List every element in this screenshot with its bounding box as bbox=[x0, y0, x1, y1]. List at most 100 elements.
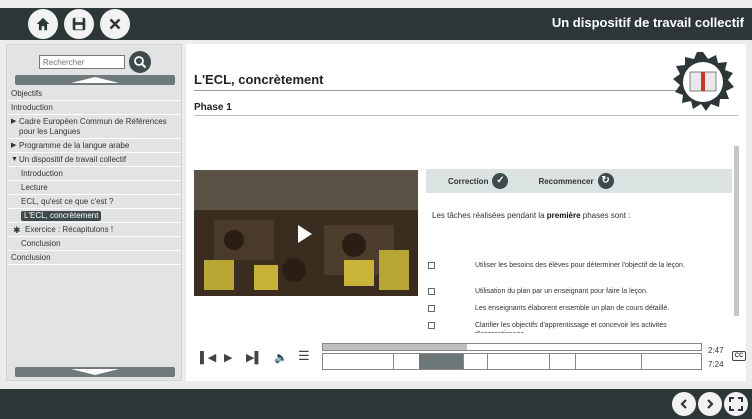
quiz-option: Clarifier les objectifs d'apprentissage … bbox=[428, 321, 718, 333]
title-divider bbox=[194, 90, 694, 91]
skip-back-icon[interactable]: ▌◀ bbox=[200, 351, 216, 364]
restart-button[interactable]: Recommencer ↻ bbox=[538, 173, 614, 189]
option-label: Utiliser les besoins des élèves pour dét… bbox=[475, 262, 685, 269]
option-checkbox[interactable] bbox=[428, 262, 435, 269]
menu-item-label: ECL, qu'est ce que c'est ? bbox=[21, 197, 114, 206]
option-label: Clarifier les objectifs d'apprentissage … bbox=[475, 322, 667, 333]
current-time: 2:47 bbox=[708, 346, 724, 355]
module-title: Un dispositif de travail collectif bbox=[551, 15, 744, 30]
option-checkbox[interactable] bbox=[428, 305, 435, 312]
menu-item-label: Exercice : Récapitulons ! bbox=[25, 225, 114, 234]
search-icon bbox=[134, 56, 147, 69]
total-time: 7:24 bbox=[708, 360, 724, 369]
chapter-marker[interactable] bbox=[575, 354, 576, 369]
previous-page-button[interactable] bbox=[672, 392, 696, 416]
menu-item-label: Objectifs bbox=[11, 89, 43, 98]
chapter-marker[interactable] bbox=[549, 354, 550, 369]
menu-subitem-ecl[interactable]: ECL, qu'est ce que c'est ? bbox=[7, 195, 181, 209]
menu-item-introduction[interactable]: Introduction bbox=[7, 101, 181, 115]
caret-down-icon: ▼ bbox=[11, 156, 18, 163]
next-page-button[interactable] bbox=[698, 392, 722, 416]
content-panel: L'ECL, concrètement Phase 1 Correction ✓… bbox=[186, 44, 746, 381]
option-checkbox[interactable] bbox=[428, 322, 435, 329]
page-title: L'ECL, concrètement bbox=[194, 72, 324, 87]
check-icon: ✓ bbox=[492, 173, 509, 189]
video-player[interactable] bbox=[194, 170, 418, 296]
correction-button[interactable]: Correction ✓ bbox=[448, 173, 509, 189]
option-label: Utilisation du plan par un enseignant po… bbox=[475, 288, 648, 295]
quiz-icon: ✱ bbox=[13, 225, 21, 235]
menu-item-conclusion[interactable]: Conclusion bbox=[7, 251, 181, 265]
menu-scroll-down[interactable] bbox=[15, 367, 175, 377]
chevron-left-icon bbox=[680, 399, 687, 409]
search-input[interactable] bbox=[39, 55, 125, 69]
prompt-text: Les tâches réalisées pendant la bbox=[432, 211, 547, 220]
menu-item-label: Introduction bbox=[11, 103, 53, 112]
phase-divider bbox=[194, 115, 738, 116]
video-timeline[interactable] bbox=[322, 343, 702, 371]
quiz-panel: Correction ✓ Recommencer ↻ Les tâches ré… bbox=[426, 169, 738, 333]
refresh-icon: ↻ bbox=[597, 173, 614, 189]
menu-item-objectifs[interactable]: Objectifs bbox=[7, 87, 181, 101]
course-menu: Objectifs Introduction ▶ Cadre Européen … bbox=[7, 87, 181, 265]
menu-scroll-up[interactable] bbox=[15, 75, 175, 85]
chapter-marker[interactable] bbox=[487, 354, 488, 369]
quiz-scrollbar[interactable] bbox=[732, 138, 740, 333]
chapter-marker[interactable] bbox=[463, 354, 464, 369]
volume-icon[interactable]: 🔈 bbox=[274, 351, 288, 364]
closed-captions-button[interactable]: CC bbox=[732, 351, 746, 361]
tools-icon[interactable] bbox=[100, 9, 130, 39]
menu-item-cecrl[interactable]: ▶ Cadre Européen Commun de Références po… bbox=[7, 115, 181, 139]
caret-right-icon: ▶ bbox=[11, 142, 17, 149]
play-overlay-icon bbox=[298, 225, 312, 243]
menu-subitem-lecture[interactable]: Lecture bbox=[7, 181, 181, 195]
menu-item-dispositif[interactable]: ▼ Un dispositif de travail collectif bbox=[7, 153, 181, 167]
restart-label: Recommencer bbox=[538, 176, 594, 186]
menu-item-label: L'ECL, concrètement bbox=[21, 211, 102, 221]
menu-item-label: Un dispositif de travail collectif bbox=[19, 155, 127, 164]
caret-right-icon: ▶ bbox=[11, 118, 17, 125]
quiz-prompt: Les tâches réalisées pendant la première… bbox=[432, 211, 630, 220]
fullscreen-icon bbox=[729, 397, 743, 411]
progress-fill bbox=[323, 344, 467, 350]
menu-subitem-introduction[interactable]: Introduction bbox=[7, 167, 181, 181]
chevron-right-icon bbox=[707, 399, 714, 409]
chevron-up-icon bbox=[71, 77, 119, 83]
menu-subitem-conclusion[interactable]: Conclusion bbox=[7, 237, 181, 251]
home-icon[interactable] bbox=[28, 9, 58, 39]
menu-item-label: Lecture bbox=[21, 183, 48, 192]
menu-item-label: Programme de la langue arabe bbox=[19, 141, 130, 150]
search-button[interactable] bbox=[129, 51, 151, 73]
skip-forward-icon[interactable]: ▶▌ bbox=[246, 351, 262, 364]
quiz-option: Utilisation du plan par un enseignant po… bbox=[428, 287, 718, 296]
sidebar: Objectifs Introduction ▶ Cadre Européen … bbox=[6, 44, 182, 381]
menu-item-label: Conclusion bbox=[21, 239, 61, 248]
menu-subitem-exercice[interactable]: ✱ Exercice : Récapitulons ! bbox=[7, 223, 181, 237]
scrollbar-thumb[interactable] bbox=[734, 146, 739, 316]
chapter-marker[interactable] bbox=[641, 354, 642, 369]
menu-item-label: Introduction bbox=[21, 169, 63, 178]
option-checkbox[interactable] bbox=[428, 288, 435, 295]
menu-subitem-ecl-concretement[interactable]: L'ECL, concrètement bbox=[7, 209, 181, 223]
chapters-menu-icon[interactable]: ☰ bbox=[298, 348, 310, 364]
quiz-toolbar: Correction ✓ Recommencer ↻ bbox=[426, 169, 732, 193]
chapter-marker-active[interactable] bbox=[419, 354, 463, 369]
correction-label: Correction bbox=[448, 176, 489, 186]
chapter-marker[interactable] bbox=[393, 354, 394, 369]
quiz-option: Utiliser les besoins des élèves pour dét… bbox=[428, 261, 718, 270]
progress-track[interactable] bbox=[322, 343, 702, 351]
app-window: Un dispositif de travail collectif Objec… bbox=[0, 0, 752, 419]
phase-title: Phase 1 bbox=[194, 102, 232, 113]
fullscreen-button[interactable] bbox=[724, 392, 748, 416]
chapter-track[interactable] bbox=[322, 353, 702, 370]
play-icon[interactable]: ▶ bbox=[224, 351, 232, 364]
menu-item-label: Cadre Européen Commun de Références pour… bbox=[19, 117, 167, 136]
menu-item-programme[interactable]: ▶ Programme de la langue arabe bbox=[7, 139, 181, 153]
bottom-bar bbox=[0, 389, 752, 419]
save-icon[interactable] bbox=[64, 9, 94, 39]
search-row bbox=[39, 51, 151, 73]
option-label: Les enseignants élaborent ensemble un pl… bbox=[475, 305, 670, 312]
quiz-option: Les enseignants élaborent ensemble un pl… bbox=[428, 304, 718, 313]
chevron-down-icon bbox=[71, 369, 119, 375]
prompt-emphasis: première bbox=[546, 211, 581, 220]
